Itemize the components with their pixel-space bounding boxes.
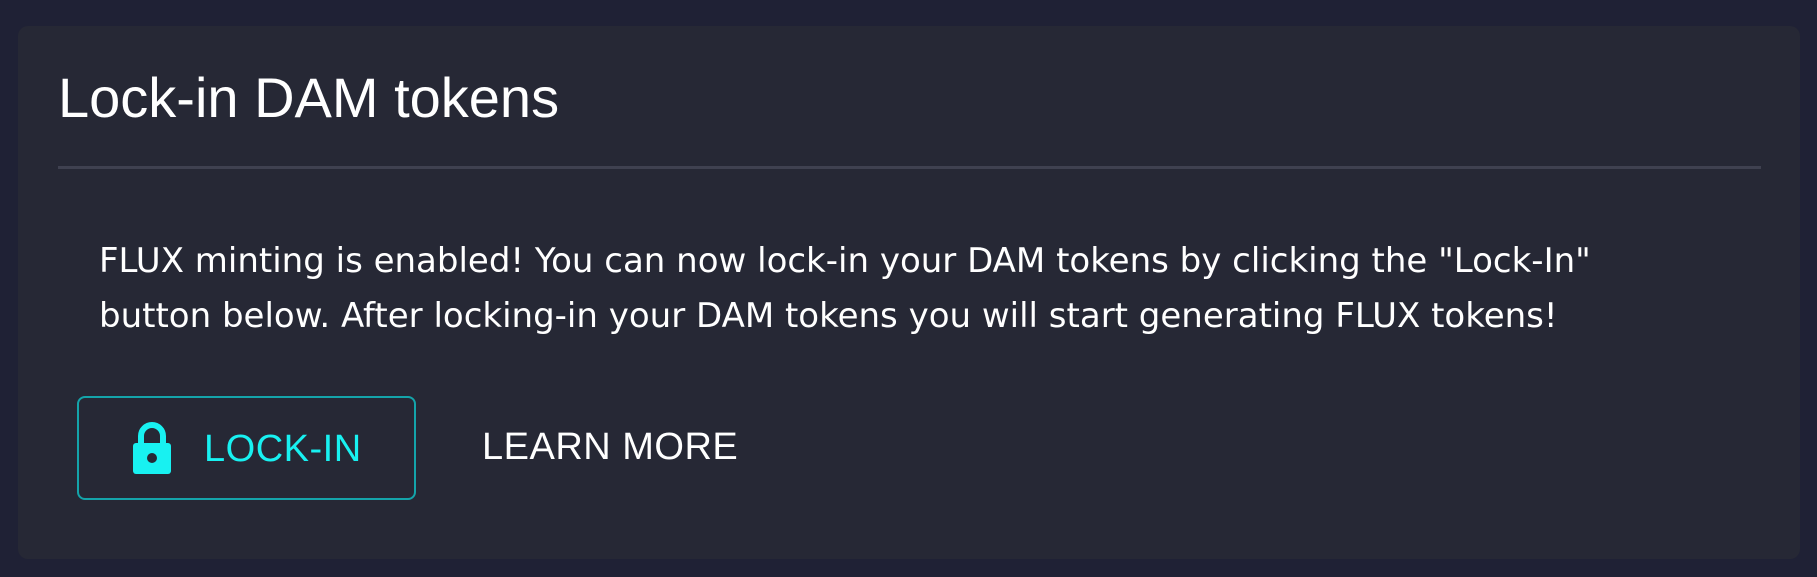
title-divider	[58, 166, 1761, 169]
card-title: Lock-in DAM tokens	[58, 66, 560, 129]
lock-in-card: Lock-in DAM tokens FLUX minting is enabl…	[18, 26, 1800, 559]
learn-more-label: LEARN MORE	[482, 426, 739, 468]
learn-more-button[interactable]: LEARN MORE	[482, 396, 782, 500]
card-description: FLUX minting is enabled! You can now loc…	[99, 241, 1591, 336]
lock-in-label: LOCK-IN	[204, 428, 362, 470]
lock-in-button[interactable]: LOCK-IN	[77, 396, 416, 500]
